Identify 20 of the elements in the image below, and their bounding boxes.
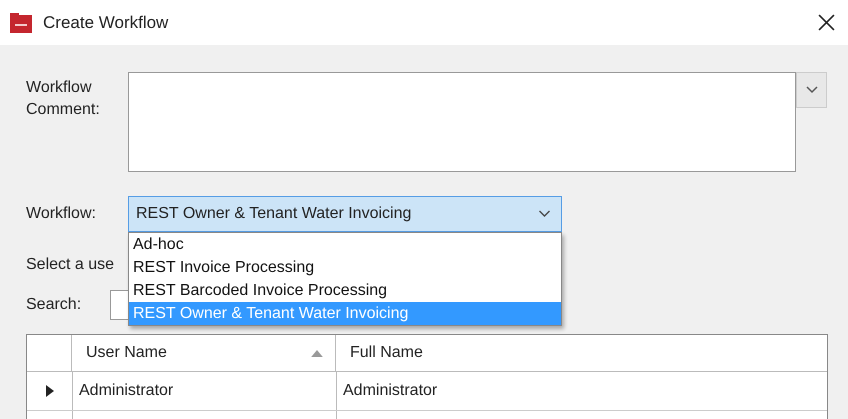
app-icon [10,12,32,32]
comment-label: Workflow Comment: [26,78,101,120]
sort-ascending-icon [311,350,323,356]
workflow-dropdown[interactable]: REST Owner & Tenant Water Invoicing [128,196,562,232]
comment-field[interactable] [128,72,796,172]
chevron-down-icon [538,210,551,218]
dropdown-button[interactable] [796,72,827,108]
chevron-down-icon [806,86,818,94]
dropdown-option[interactable]: Ad-hoc [129,233,561,256]
table-cell-text: Administrator [342,381,438,401]
window-title: Create Workflow [43,12,168,32]
workflow-label: Workflow: [26,205,97,223]
close-icon[interactable] [818,14,835,31]
dropdown-option[interactable]: REST Invoice Processing [129,256,561,279]
column-header[interactable]: User Name [72,335,336,371]
column-header[interactable]: Full Name [336,335,827,371]
instruction-text: Select a use [26,256,114,273]
dropdown-option[interactable]: REST Barcoded Invoice Processing [129,279,561,302]
search-label: Search: [26,296,82,314]
table-cell: Administrator [73,372,337,410]
